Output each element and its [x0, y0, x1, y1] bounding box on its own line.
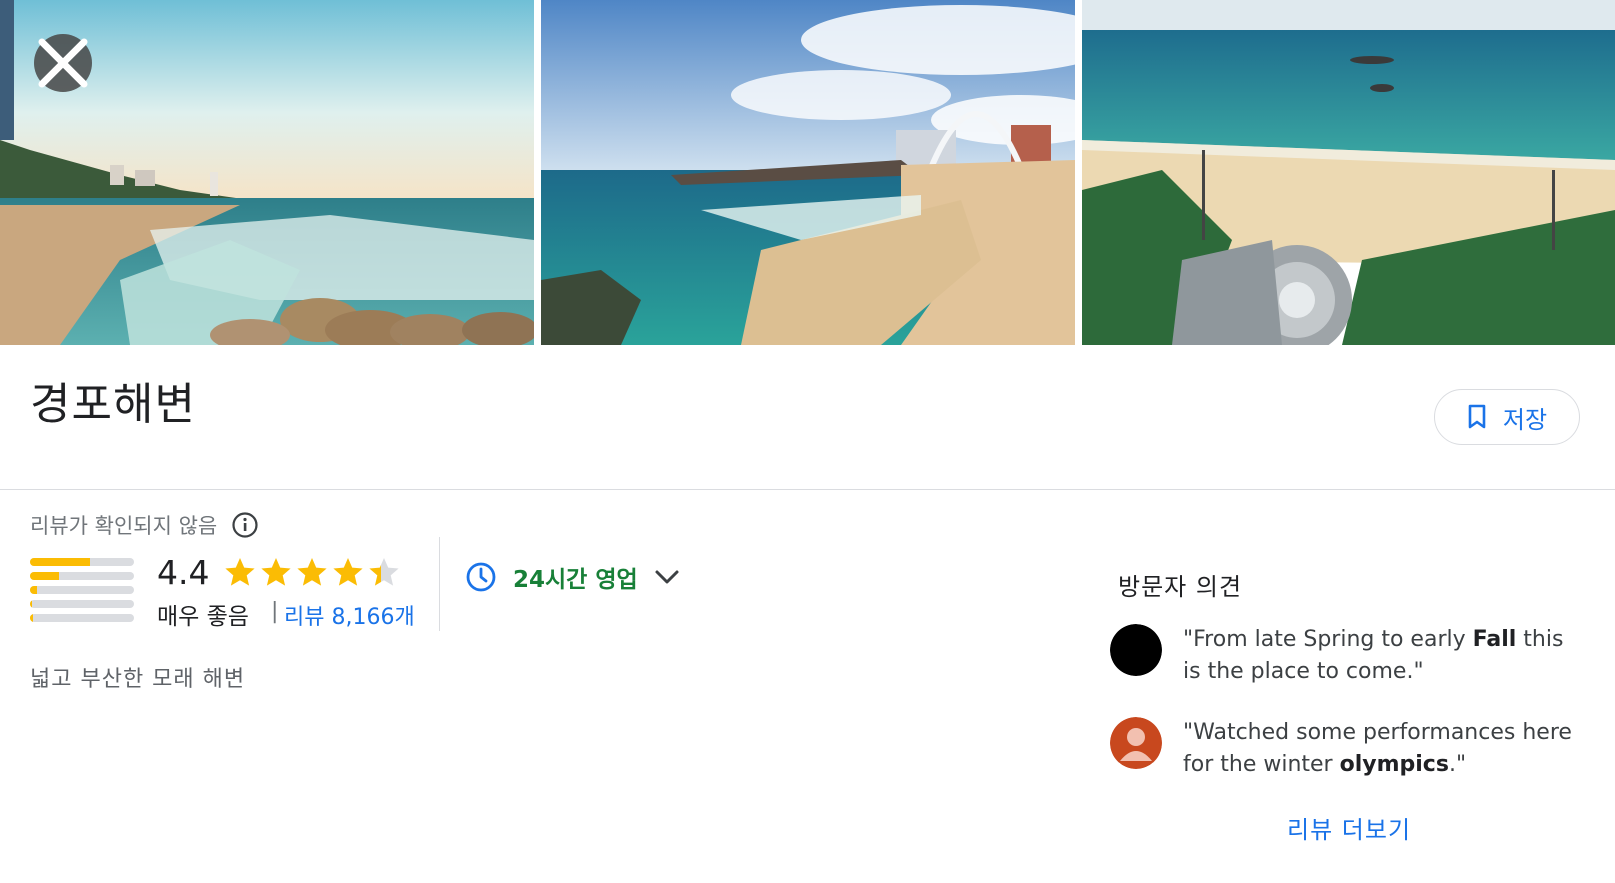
rating-bar-fill: [30, 614, 34, 622]
place-panel: 경포해변 저장 리뷰가 확인되지 않음 4.4 매우 좋음 | 리뷰 8,166…: [0, 0, 1615, 883]
user-avatar-icon: [1110, 717, 1162, 769]
info-icon[interactable]: [231, 511, 259, 539]
photo-beach-aerial-image: [1082, 0, 1615, 345]
user-avatar-icon: [1110, 624, 1162, 676]
save-button[interactable]: 저장: [1434, 389, 1580, 445]
star-icon: [225, 558, 255, 586]
reviews-count-link[interactable]: 리뷰 8,166개: [284, 599, 415, 631]
opinion-quote: "Watched some performances here for the …: [1183, 717, 1583, 781]
opinion-quote: "From late Spring to early Fall this is …: [1183, 624, 1583, 688]
clock-icon: [466, 562, 496, 592]
more-reviews-link[interactable]: 리뷰 더보기: [1287, 810, 1411, 845]
opinion-text-highlight: Fall: [1472, 627, 1517, 652]
opinions-heading: 방문자 의견: [1118, 573, 1243, 601]
rating-distribution: [30, 558, 134, 628]
rating-separator: |: [271, 599, 279, 624]
place-title: 경포해변: [30, 379, 196, 430]
rating-bar-5: [30, 558, 134, 566]
unverified-text: 리뷰가 확인되지 않음: [30, 514, 218, 538]
avatar: [1110, 717, 1162, 769]
hours-status: 24시간 영업: [513, 567, 638, 593]
rating-bar-4: [30, 572, 134, 580]
opinion-text-pre: "From late Spring to early: [1183, 627, 1473, 652]
vertical-divider: [439, 537, 440, 631]
avatar: [1110, 624, 1162, 676]
star-rating: [223, 556, 401, 590]
close-icon: [38, 38, 88, 88]
rating-bar-fill: [30, 600, 33, 608]
bookmark-icon: [1468, 404, 1486, 429]
photo-beach-aerial[interactable]: [1082, 0, 1615, 345]
rating-label: 매우 좋음: [157, 604, 249, 630]
section-divider: [0, 489, 1615, 490]
opinion-text-post: .": [1448, 752, 1467, 777]
photo-beach-waves[interactable]: [0, 0, 534, 345]
average-rating: 4.4: [157, 553, 210, 592]
close-button[interactable]: [34, 34, 92, 92]
opinion-text-highlight: olympics: [1339, 752, 1449, 777]
chevron-down-icon: [655, 570, 679, 584]
photo-beach-arch[interactable]: [541, 0, 1075, 345]
rating-bar-fill: [30, 572, 60, 580]
star-icon: [333, 558, 363, 586]
save-label: 저장: [1502, 405, 1548, 434]
unverified-notice: 리뷰가 확인되지 않음: [30, 510, 259, 540]
rating-bar-2: [30, 600, 134, 608]
rating-bar-3: [30, 586, 134, 594]
hours-toggle[interactable]: 24시간 영업: [465, 560, 680, 594]
rating-bar-fill: [30, 586, 38, 594]
photo-beach-arch-image: [541, 0, 1075, 345]
place-description: 넓고 부산한 모래 해변: [30, 667, 246, 692]
rating-bar-fill: [30, 558, 91, 566]
star-icon: [261, 558, 291, 586]
star-icon: [297, 558, 327, 586]
rating-bar-1: [30, 614, 134, 622]
star-icon: [369, 558, 399, 586]
